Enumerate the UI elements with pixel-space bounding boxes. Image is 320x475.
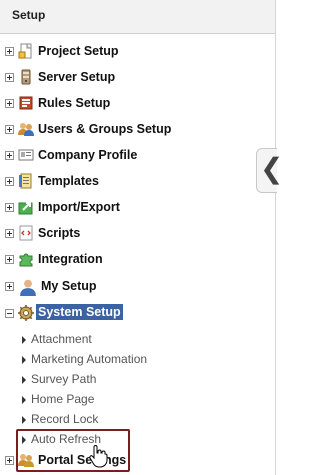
chevron-left-icon: ❮ — [260, 152, 284, 185]
expand-icon[interactable] — [5, 203, 14, 212]
hand-cursor-icon — [88, 444, 110, 468]
system-setup-icon — [18, 305, 34, 321]
tree-node-scripts[interactable]: Scripts — [0, 222, 260, 246]
tree-child-label: Marketing Automation — [31, 352, 148, 366]
tree-node-integration[interactable]: Integration — [0, 248, 260, 272]
tree-child-label: Attachment — [31, 332, 92, 346]
expand-icon[interactable] — [5, 151, 14, 160]
tree-node-company-profile[interactable]: Company Profile — [0, 144, 260, 168]
users-groups-icon — [18, 121, 34, 137]
tree-child-label: Home Page — [31, 392, 95, 406]
tree-child-attachment[interactable]: Attachment — [22, 331, 222, 351]
tree-node-label: Scripts — [38, 226, 81, 240]
caret-right-icon — [22, 376, 26, 384]
tree-node-label: Project Setup — [38, 44, 119, 58]
caret-right-icon — [22, 396, 26, 404]
expand-icon[interactable] — [5, 255, 14, 264]
import-export-icon — [18, 199, 34, 215]
company-profile-icon — [18, 147, 34, 163]
tree-child-record-lock[interactable]: Record Lock — [22, 411, 222, 431]
tree-child-home-page[interactable]: Home Page — [22, 391, 222, 411]
expand-icon[interactable] — [5, 99, 14, 108]
tree-node-label: Server Setup — [38, 70, 116, 84]
caret-right-icon — [22, 416, 26, 424]
my-setup-icon — [19, 278, 36, 296]
tree-node-my-setup[interactable]: My Setup — [0, 275, 260, 299]
integration-icon — [18, 251, 34, 267]
tree-child-survey-path[interactable]: Survey Path — [22, 371, 222, 391]
scripts-icon — [18, 225, 34, 241]
highlight-box — [16, 429, 130, 472]
tree-node-label: Import/Export — [38, 200, 120, 214]
setup-title: Setup — [12, 8, 46, 22]
expand-icon[interactable] — [5, 282, 14, 291]
expand-icon[interactable] — [5, 177, 14, 186]
tree-node-templates[interactable]: Templates — [0, 170, 260, 194]
tree-node-label: Company Profile — [38, 148, 138, 162]
tree-child-label: Record Lock — [31, 412, 99, 426]
tree-child-marketing-automation[interactable]: Marketing Automation — [22, 351, 222, 371]
tree-node-rules-setup[interactable]: Rules Setup — [0, 92, 260, 116]
tree-node-server-setup[interactable]: Server Setup — [0, 66, 260, 90]
expand-icon[interactable] — [5, 456, 14, 465]
tree-node-label: My Setup — [41, 279, 97, 293]
tree-node-label: Integration — [38, 252, 103, 266]
expand-icon[interactable] — [5, 125, 14, 134]
tree-node-import-export[interactable]: Import/Export — [0, 196, 260, 220]
panel-divider — [275, 0, 276, 475]
expand-icon[interactable] — [5, 229, 14, 238]
setup-header: Setup — [0, 0, 276, 34]
tree-node-system-setup[interactable]: System Setup — [0, 302, 260, 326]
rules-setup-icon — [18, 95, 34, 111]
tree-node-project-setup[interactable]: Project Setup — [0, 40, 260, 64]
caret-right-icon — [22, 356, 26, 364]
tree-node-label: System Setup — [36, 304, 123, 320]
collapse-icon[interactable] — [5, 309, 14, 318]
tree-node-label: Users & Groups Setup — [38, 122, 172, 136]
expand-icon[interactable] — [5, 47, 14, 56]
templates-icon — [18, 173, 34, 189]
tree-node-label: Templates — [38, 174, 99, 188]
tree-child-label: Survey Path — [31, 372, 97, 386]
collapse-panel-button[interactable]: ❮ — [256, 148, 283, 193]
caret-right-icon — [22, 336, 26, 344]
server-setup-icon — [18, 69, 34, 85]
project-setup-icon — [18, 43, 34, 59]
tree-node-users-groups-setup[interactable]: Users & Groups Setup — [0, 118, 260, 142]
expand-icon[interactable] — [5, 73, 14, 82]
tree-node-label: Rules Setup — [38, 96, 111, 110]
